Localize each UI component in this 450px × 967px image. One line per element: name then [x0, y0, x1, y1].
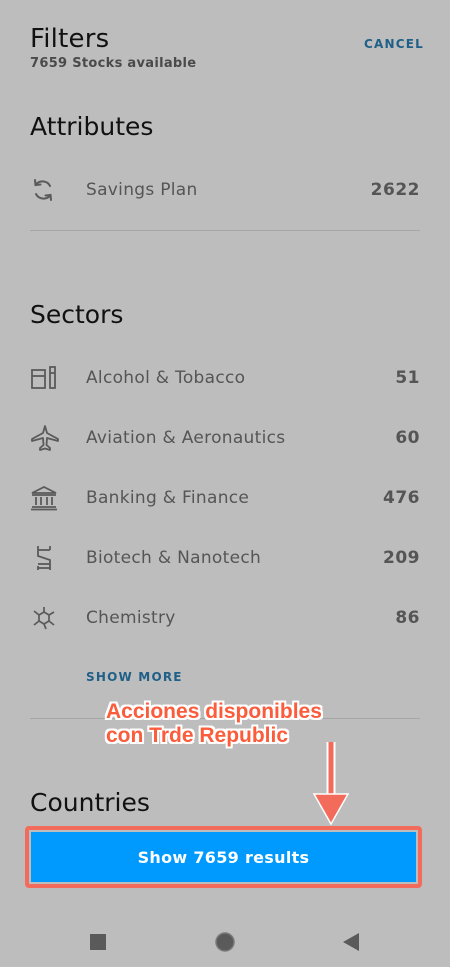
- attribute-count: 2622: [370, 180, 420, 200]
- dna-icon: [30, 542, 70, 574]
- stocks-available-count: 7659 Stocks available: [30, 56, 197, 71]
- annotation-line-1: Acciones disponibles: [106, 700, 322, 723]
- sector-label: Banking & Finance: [86, 488, 250, 508]
- sector-label: Aviation & Aeronautics: [86, 428, 286, 448]
- sector-item-aviation[interactable]: Aviation & Aeronautics 60: [30, 416, 420, 460]
- sectors-heading: Sectors: [30, 300, 124, 329]
- sector-item-banking[interactable]: Banking & Finance 476: [30, 476, 420, 520]
- attribute-label: Savings Plan: [86, 180, 198, 200]
- sector-label: Chemistry: [86, 608, 176, 628]
- sector-count: 209: [383, 548, 420, 568]
- attribute-item-savings-plan[interactable]: Savings Plan 2622: [30, 168, 420, 212]
- android-navigation-bar: [0, 912, 450, 967]
- sector-count: 60: [395, 428, 420, 448]
- molecule-icon: [30, 602, 70, 634]
- annotation-callout: Acciones disponibles con Trde Republic: [106, 700, 322, 748]
- bottle-glass-icon: [30, 362, 70, 394]
- filters-header: Filters 7659 Stocks available CANCEL: [30, 24, 424, 71]
- back-icon[interactable]: [343, 933, 359, 955]
- sector-item-alcohol-tobacco[interactable]: Alcohol & Tobacco 51: [30, 356, 420, 400]
- sector-count: 51: [395, 368, 420, 388]
- recent-apps-icon[interactable]: [90, 934, 106, 954]
- annotation-line-2: con Trde Republic: [106, 724, 289, 747]
- attributes-heading: Attributes: [30, 112, 154, 141]
- annotation-arrow-icon: [312, 742, 350, 826]
- cancel-button[interactable]: CANCEL: [364, 37, 424, 51]
- sector-item-biotech[interactable]: Biotech & Nanotech 209: [30, 536, 420, 580]
- airplane-icon: [30, 422, 70, 454]
- countries-heading: Countries: [30, 788, 150, 817]
- sector-label: Biotech & Nanotech: [86, 548, 262, 568]
- divider: [30, 230, 420, 231]
- sector-item-chemistry[interactable]: Chemistry 86: [30, 596, 420, 640]
- refresh-icon: [30, 174, 70, 206]
- show-more-button[interactable]: SHOW MORE: [86, 670, 183, 684]
- home-icon[interactable]: [214, 931, 236, 957]
- sector-label: Alcohol & Tobacco: [86, 368, 246, 388]
- show-results-button[interactable]: Show 7659 results: [31, 832, 416, 882]
- sector-count: 86: [395, 608, 420, 628]
- bank-icon: [30, 482, 70, 514]
- show-results-highlight: Show 7659 results: [25, 826, 422, 888]
- sector-count: 476: [383, 488, 420, 508]
